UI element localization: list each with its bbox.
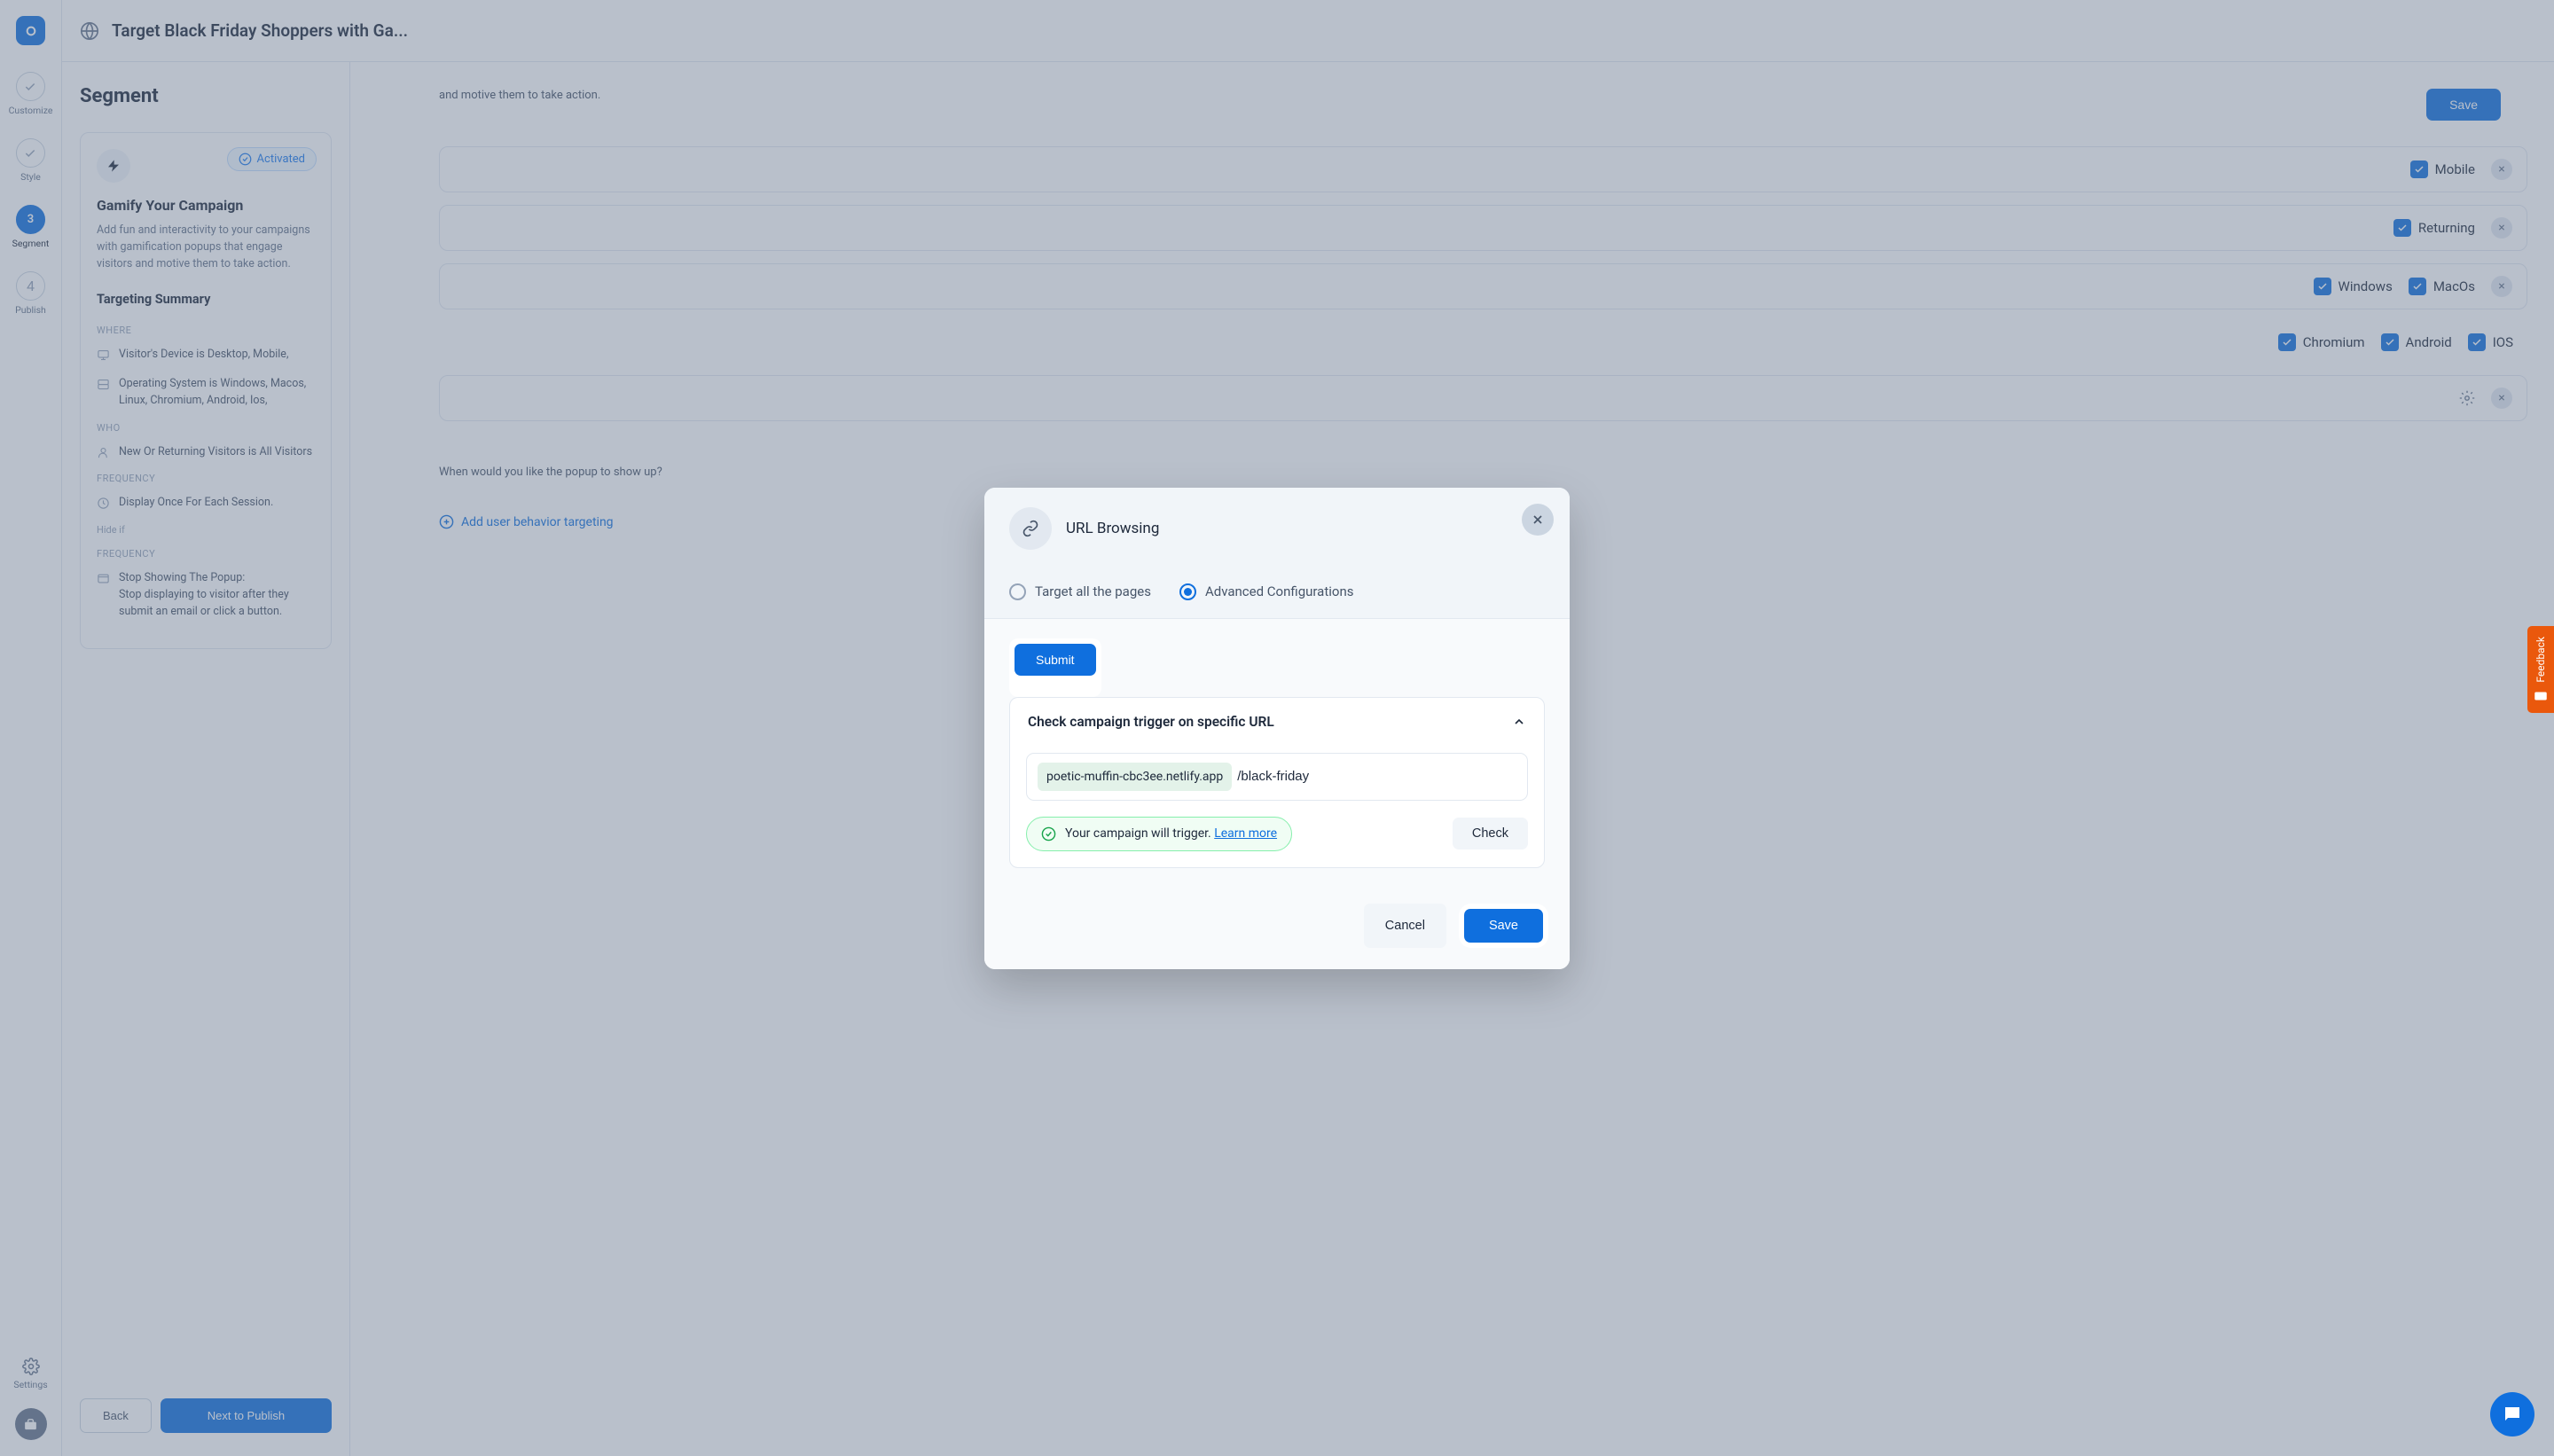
url-prefix: poetic-muffin-cbc3ee.netlify.app — [1038, 763, 1232, 791]
modal-close-button[interactable] — [1522, 504, 1554, 536]
radio-target-all[interactable]: Target all the pages — [1009, 583, 1151, 600]
modal-title: URL Browsing — [1066, 520, 1159, 537]
url-input-row[interactable]: poetic-muffin-cbc3ee.netlify.app — [1026, 753, 1528, 801]
cancel-button[interactable]: Cancel — [1364, 904, 1446, 948]
radio-advanced[interactable]: Advanced Configurations — [1179, 583, 1354, 600]
submit-button[interactable]: Submit — [1015, 644, 1096, 676]
chevron-up-icon — [1512, 715, 1526, 729]
close-icon — [1531, 513, 1545, 527]
trigger-status: Your campaign will trigger. Learn more — [1026, 817, 1292, 851]
chat-button[interactable] — [2490, 1392, 2534, 1436]
url-browsing-modal: URL Browsing Target all the pages Advanc… — [984, 488, 1570, 969]
feedback-icon — [2533, 688, 2549, 704]
check-circle-icon — [1041, 826, 1056, 842]
trigger-toggle[interactable]: Check campaign trigger on specific URL — [1010, 698, 1544, 746]
modal-overlay[interactable]: URL Browsing Target all the pages Advanc… — [0, 0, 2554, 1456]
link-icon — [1009, 507, 1052, 550]
feedback-tab[interactable]: Feedback — [2527, 626, 2554, 713]
learn-more-link[interactable]: Learn more — [1214, 826, 1277, 841]
save-button[interactable]: Save — [1464, 909, 1543, 943]
url-path-input[interactable] — [1237, 769, 1516, 784]
trigger-card: Check campaign trigger on specific URL p… — [1009, 697, 1545, 868]
check-button[interactable]: Check — [1453, 818, 1528, 849]
chat-icon — [2502, 1404, 2523, 1425]
